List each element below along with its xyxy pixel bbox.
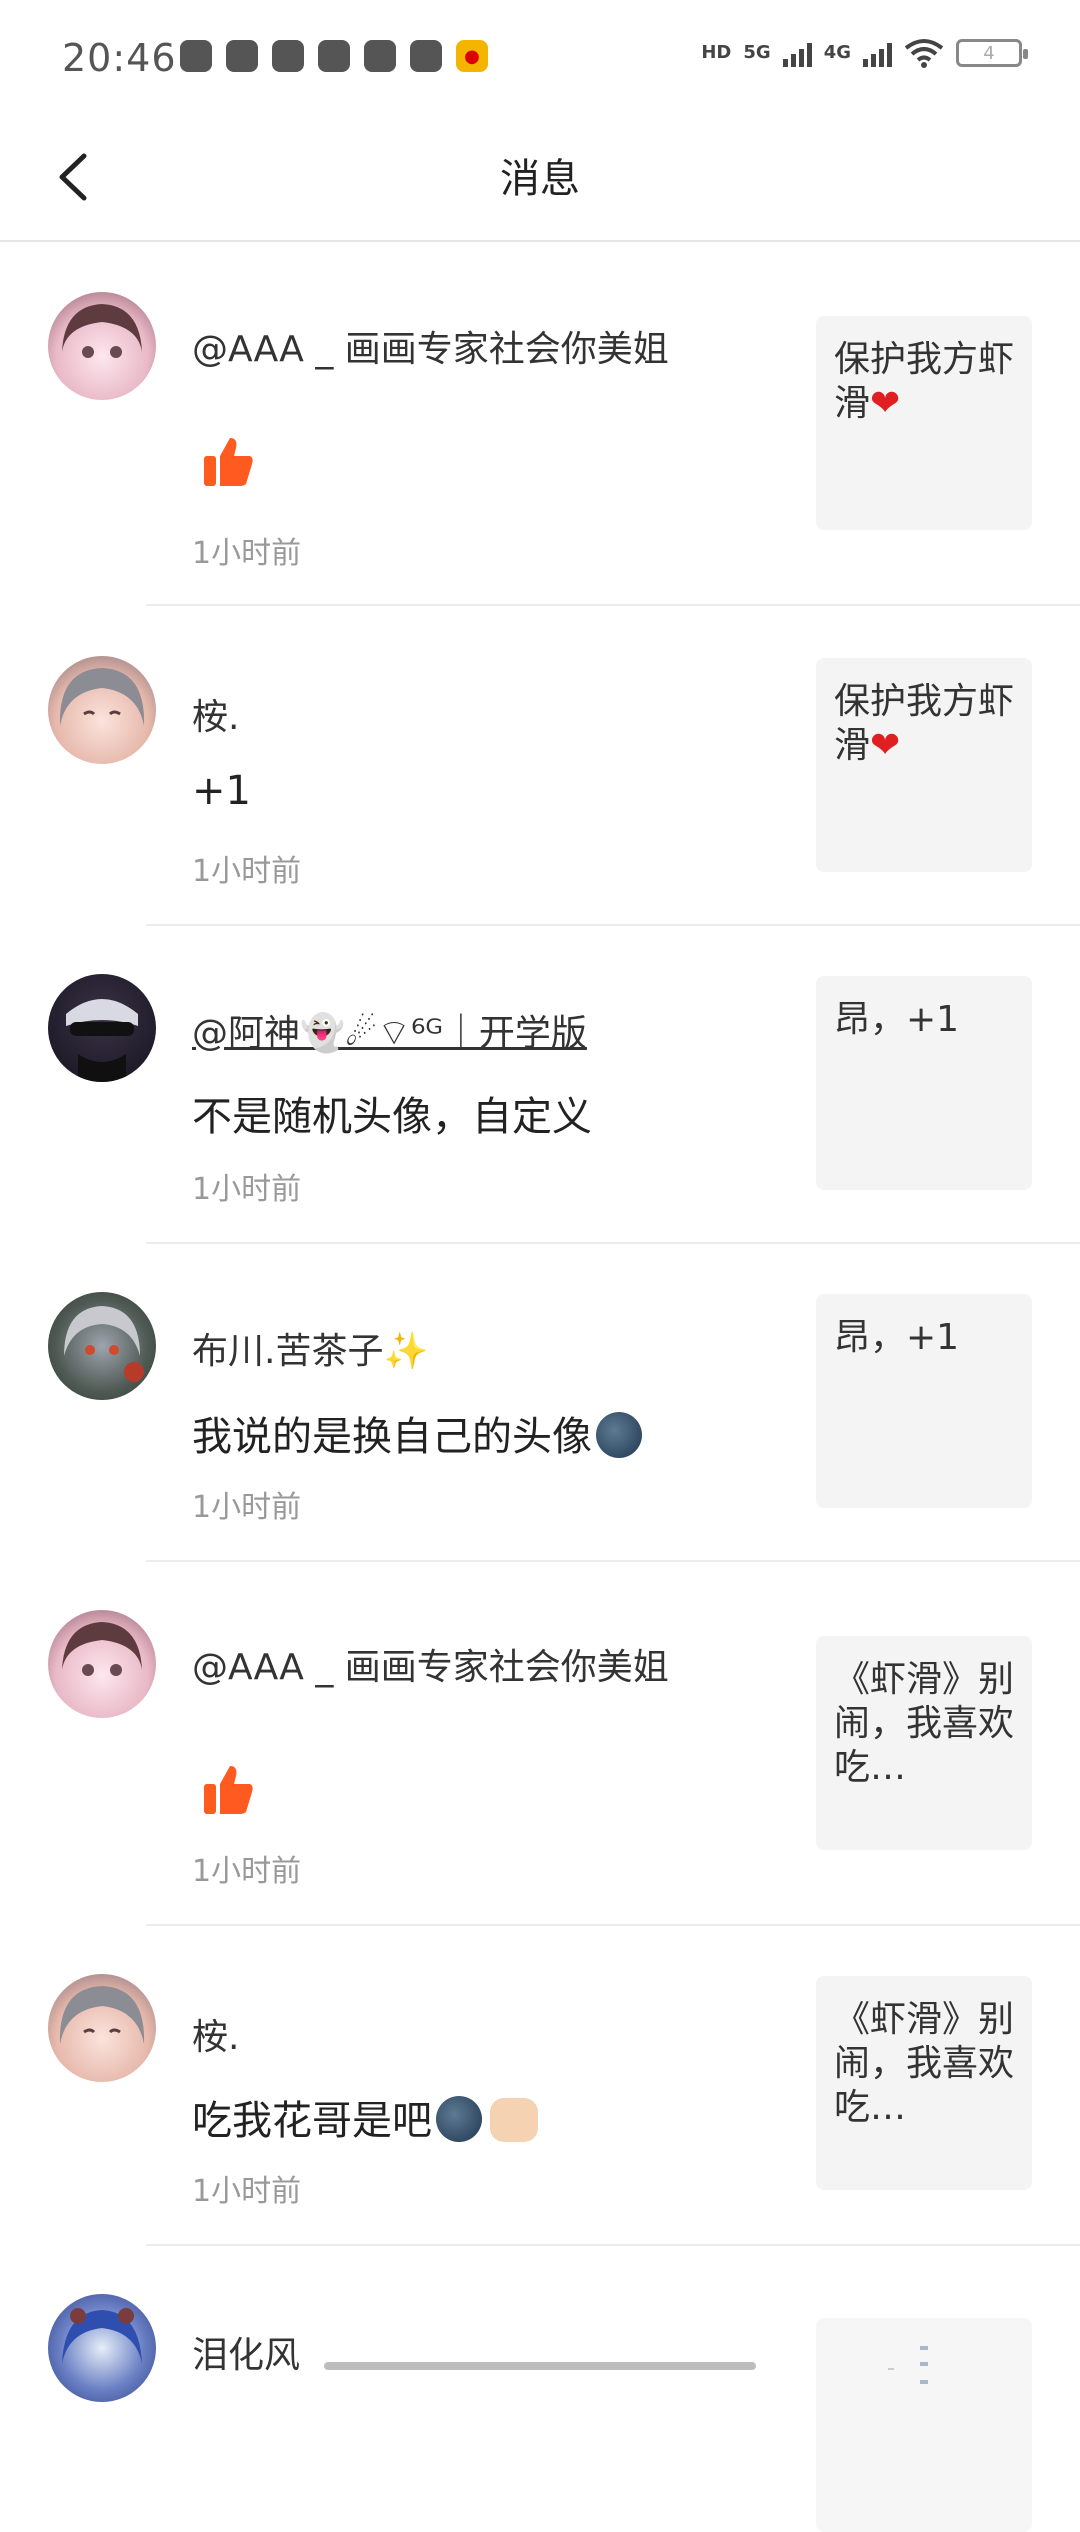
quoted-text: 《虾滑》别闹，我喜欢吃… [834, 1659, 1015, 1788]
battery-level: 4 [983, 42, 995, 64]
divider [146, 1560, 1080, 1562]
message-text: 吃我花哥是吧 [192, 2098, 432, 2144]
message-time: 1小时前 [192, 2174, 302, 2209]
avatar[interactable] [48, 292, 156, 400]
divider [146, 924, 1080, 926]
user-name[interactable]: 桉. [192, 2008, 239, 2060]
message-time: 1小时前 [192, 854, 302, 889]
fist-emoji [490, 2098, 538, 2142]
quoted-comment[interactable]: 保护我方虾滑❤ [816, 658, 1032, 872]
5g-label: 5G [743, 42, 771, 63]
image-thumbnail [888, 2346, 928, 2384]
quoted-text: 《虾滑》别闹，我喜欢吃… [834, 1999, 1015, 2128]
user-name[interactable]: @阿神👻☄︎⌔⁶ᴳ｜开学版 [192, 1004, 587, 1056]
battery-icon: 4 [956, 39, 1028, 67]
message-content: +1 [192, 768, 251, 814]
message-text: 我说的是换自己的头像 [192, 1414, 592, 1460]
user-name[interactable]: 布川.苦茶子✨ [192, 1322, 428, 1374]
quoted-text: 保护我方虾滑❤ [834, 681, 1015, 766]
divider [146, 2244, 1080, 2246]
message-time: 1小时前 [192, 536, 302, 571]
quoted-image[interactable] [816, 2318, 1032, 2532]
status-bar: 20:46 ● HD 5G 4G 4 [0, 0, 1080, 116]
divider [146, 1924, 1080, 1926]
app-icon [318, 40, 350, 72]
avatar[interactable] [48, 1610, 156, 1718]
quoted-comment[interactable]: 《虾滑》别闹，我喜欢吃… [816, 1636, 1032, 1850]
user-name[interactable]: @AAA _ 画画专家社会你美姐 [192, 320, 669, 372]
signal-icon [863, 39, 892, 67]
app-icon [226, 40, 258, 72]
user-name[interactable]: 泪化风 [192, 2326, 300, 2378]
user-name-text[interactable]: @阿神👻☄︎⌔⁶ᴳ｜开学版 [192, 1013, 587, 1054]
avatar[interactable] [48, 974, 156, 1082]
avatar[interactable] [48, 2294, 156, 2402]
book-icon [410, 40, 442, 72]
notification-icons: ● [180, 40, 488, 72]
new-moon-face-emoji [596, 1412, 642, 1458]
avatar[interactable] [48, 1292, 156, 1400]
status-time: 20:46 [62, 36, 177, 80]
user-name[interactable]: 桉. [192, 688, 239, 740]
new-moon-face-emoji [436, 2096, 482, 2142]
message-content: 我说的是换自己的头像 [192, 1404, 642, 1462]
4g-label: 4G [823, 42, 851, 63]
weibo-icon: ● [456, 40, 488, 72]
home-indicator[interactable] [324, 2362, 756, 2370]
quoted-text: 昂，+1 [834, 1317, 960, 1358]
quoted-text: 保护我方虾滑❤ [834, 339, 1015, 424]
hd-label: HD [701, 42, 732, 63]
system-status: HD 5G 4G 4 [701, 38, 1028, 68]
message-content: 不是随机头像，自定义 [192, 1094, 592, 1140]
divider [146, 1242, 1080, 1244]
thumbs-up-icon [204, 438, 253, 486]
avatar[interactable] [48, 1974, 156, 2082]
quoted-comment[interactable]: 昂，+1 [816, 976, 1032, 1190]
quoted-comment[interactable]: 《虾滑》别闹，我喜欢吃… [816, 1976, 1032, 2190]
quoted-comment[interactable]: 昂，+1 [816, 1294, 1032, 1508]
list-item[interactable]: @AAA _ 画画专家社会你美姐 1小时前 保护我方虾滑❤ [0, 242, 1080, 606]
page-title: 消息 [500, 156, 580, 202]
message-time: 1小时前 [192, 1490, 302, 1525]
signal-icon [782, 39, 812, 67]
quoted-comment[interactable]: 保护我方虾滑❤ [816, 316, 1032, 530]
app-icon [272, 40, 304, 72]
quoted-text: 昂，+1 [834, 999, 960, 1040]
avatar[interactable] [48, 656, 156, 764]
thumbs-up-icon [204, 1766, 253, 1814]
message-content: 吃我花哥是吧 [192, 2088, 538, 2146]
message-time: 1小时前 [192, 1172, 302, 1207]
message-time: 1小时前 [192, 1854, 302, 1889]
wifi-icon [904, 39, 944, 68]
user-name[interactable]: @AAA _ 画画专家社会你美姐 [192, 1638, 669, 1690]
app-icon [364, 40, 396, 72]
header: 消息 [0, 116, 1080, 242]
app-icon [180, 40, 212, 72]
